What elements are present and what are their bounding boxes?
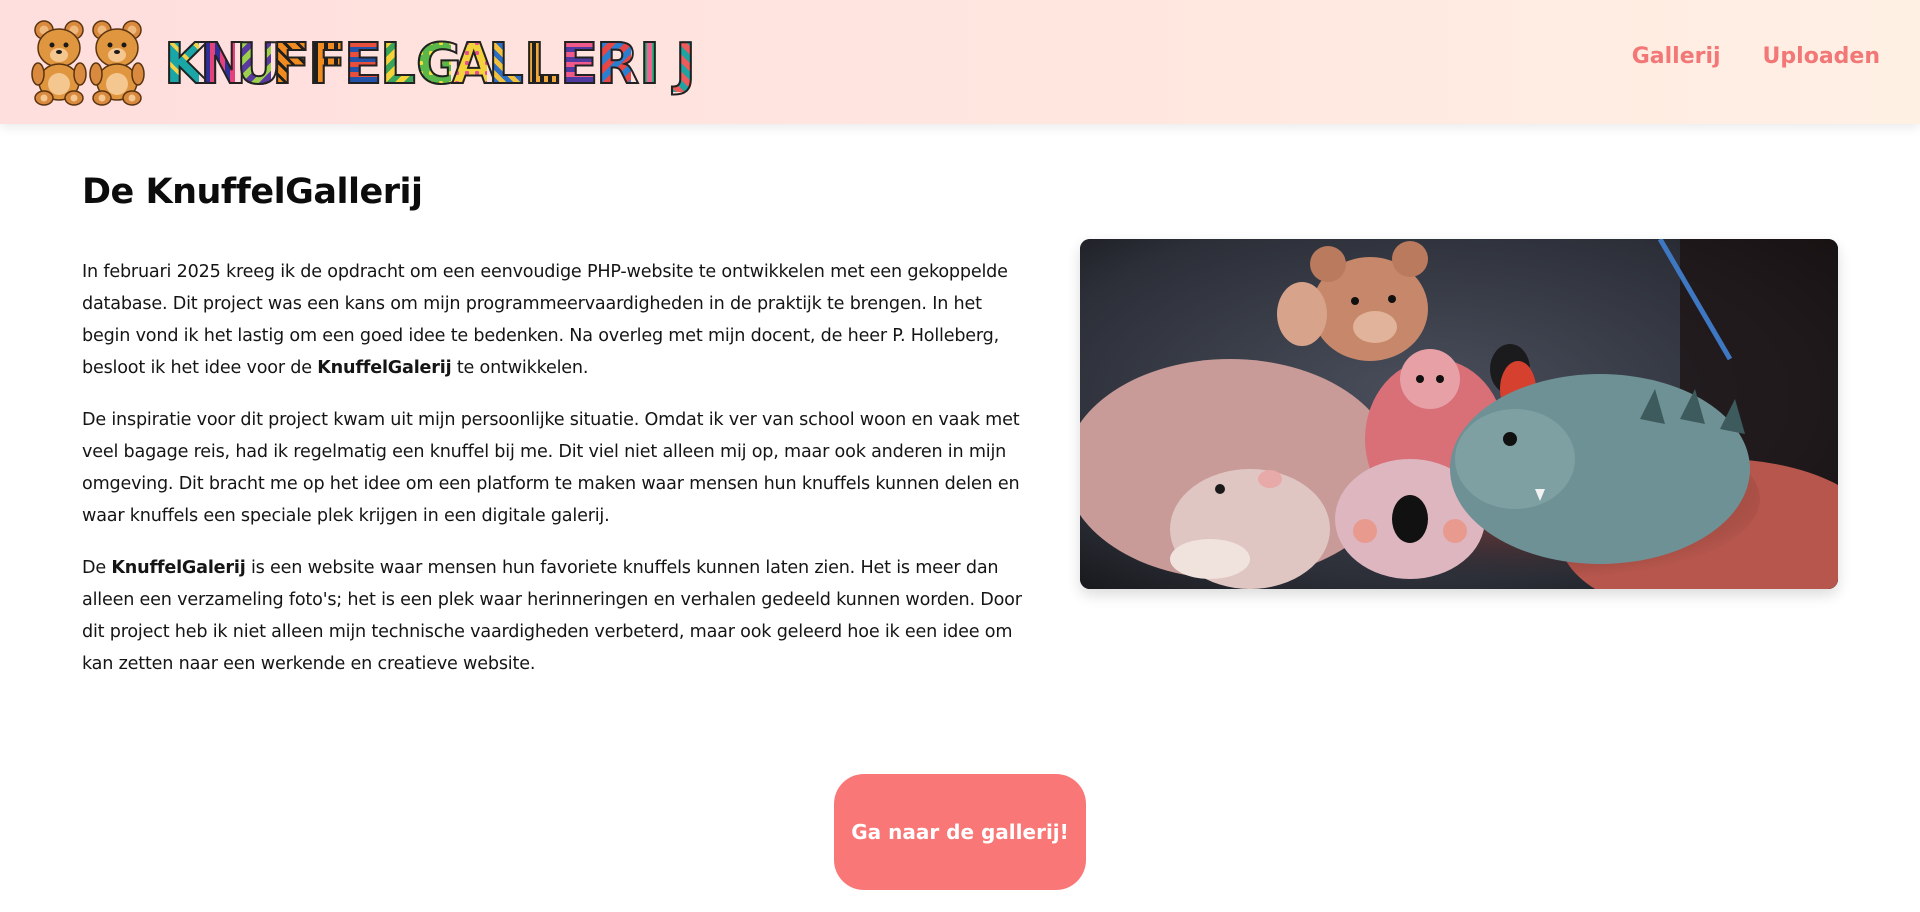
logo-letter: I bbox=[632, 36, 667, 94]
paragraph-bold-text: KnuffelGalerij bbox=[111, 558, 246, 578]
nav-link-uploaden[interactable]: Uploaden bbox=[1763, 44, 1880, 69]
description-paragraph: De KnuffelGalerij is een website waar me… bbox=[82, 552, 1032, 680]
plush-toys-photo-illustration bbox=[1080, 239, 1838, 589]
logo-letter: K bbox=[163, 32, 208, 97]
plush-toys-photo bbox=[1080, 239, 1838, 589]
logo-letter: L bbox=[379, 32, 417, 97]
paragraph-text: te ontwikkelen. bbox=[451, 358, 589, 378]
site-logo-wordmark[interactable]: KNUFFELGALLERIJ bbox=[163, 30, 703, 97]
logo-letter: E bbox=[343, 32, 383, 97]
inspiration-paragraph: De inspiratie voor dit project kwam uit … bbox=[82, 410, 1020, 526]
site-header: KNUFFELGALLERIJ Gallerij Uploaden bbox=[0, 0, 1920, 124]
main-nav: Gallerij Uploaden bbox=[1632, 44, 1880, 69]
paragraph-bold-text: KnuffelGalerij bbox=[317, 358, 452, 378]
go-to-gallery-button[interactable]: Ga naar de gallerij! bbox=[834, 774, 1086, 890]
logo-letter: E bbox=[559, 32, 599, 97]
logo-letter: N bbox=[199, 32, 248, 97]
page-title: De KnuffelGallerij bbox=[82, 172, 423, 212]
logo-letter: F bbox=[307, 32, 347, 97]
logo-letter: J bbox=[668, 36, 703, 94]
logo-letter: R bbox=[595, 32, 640, 97]
logo-letter: A bbox=[451, 32, 496, 97]
logo-letter: U bbox=[235, 32, 282, 97]
logo-letter: G bbox=[415, 32, 463, 97]
nav-link-gallerij[interactable]: Gallerij bbox=[1632, 44, 1721, 69]
logo-letter: F bbox=[271, 32, 311, 97]
teddy-bears-logo-icon[interactable] bbox=[24, 18, 148, 106]
paragraph-text: De bbox=[82, 558, 112, 578]
logo-letter: L bbox=[487, 32, 525, 97]
intro-paragraph: In februari 2025 kreeg ik de opdracht om… bbox=[82, 256, 1032, 384]
intro-text: In februari 2025 kreeg ik de opdracht om… bbox=[82, 256, 1032, 700]
logo-letter: L bbox=[523, 32, 561, 97]
